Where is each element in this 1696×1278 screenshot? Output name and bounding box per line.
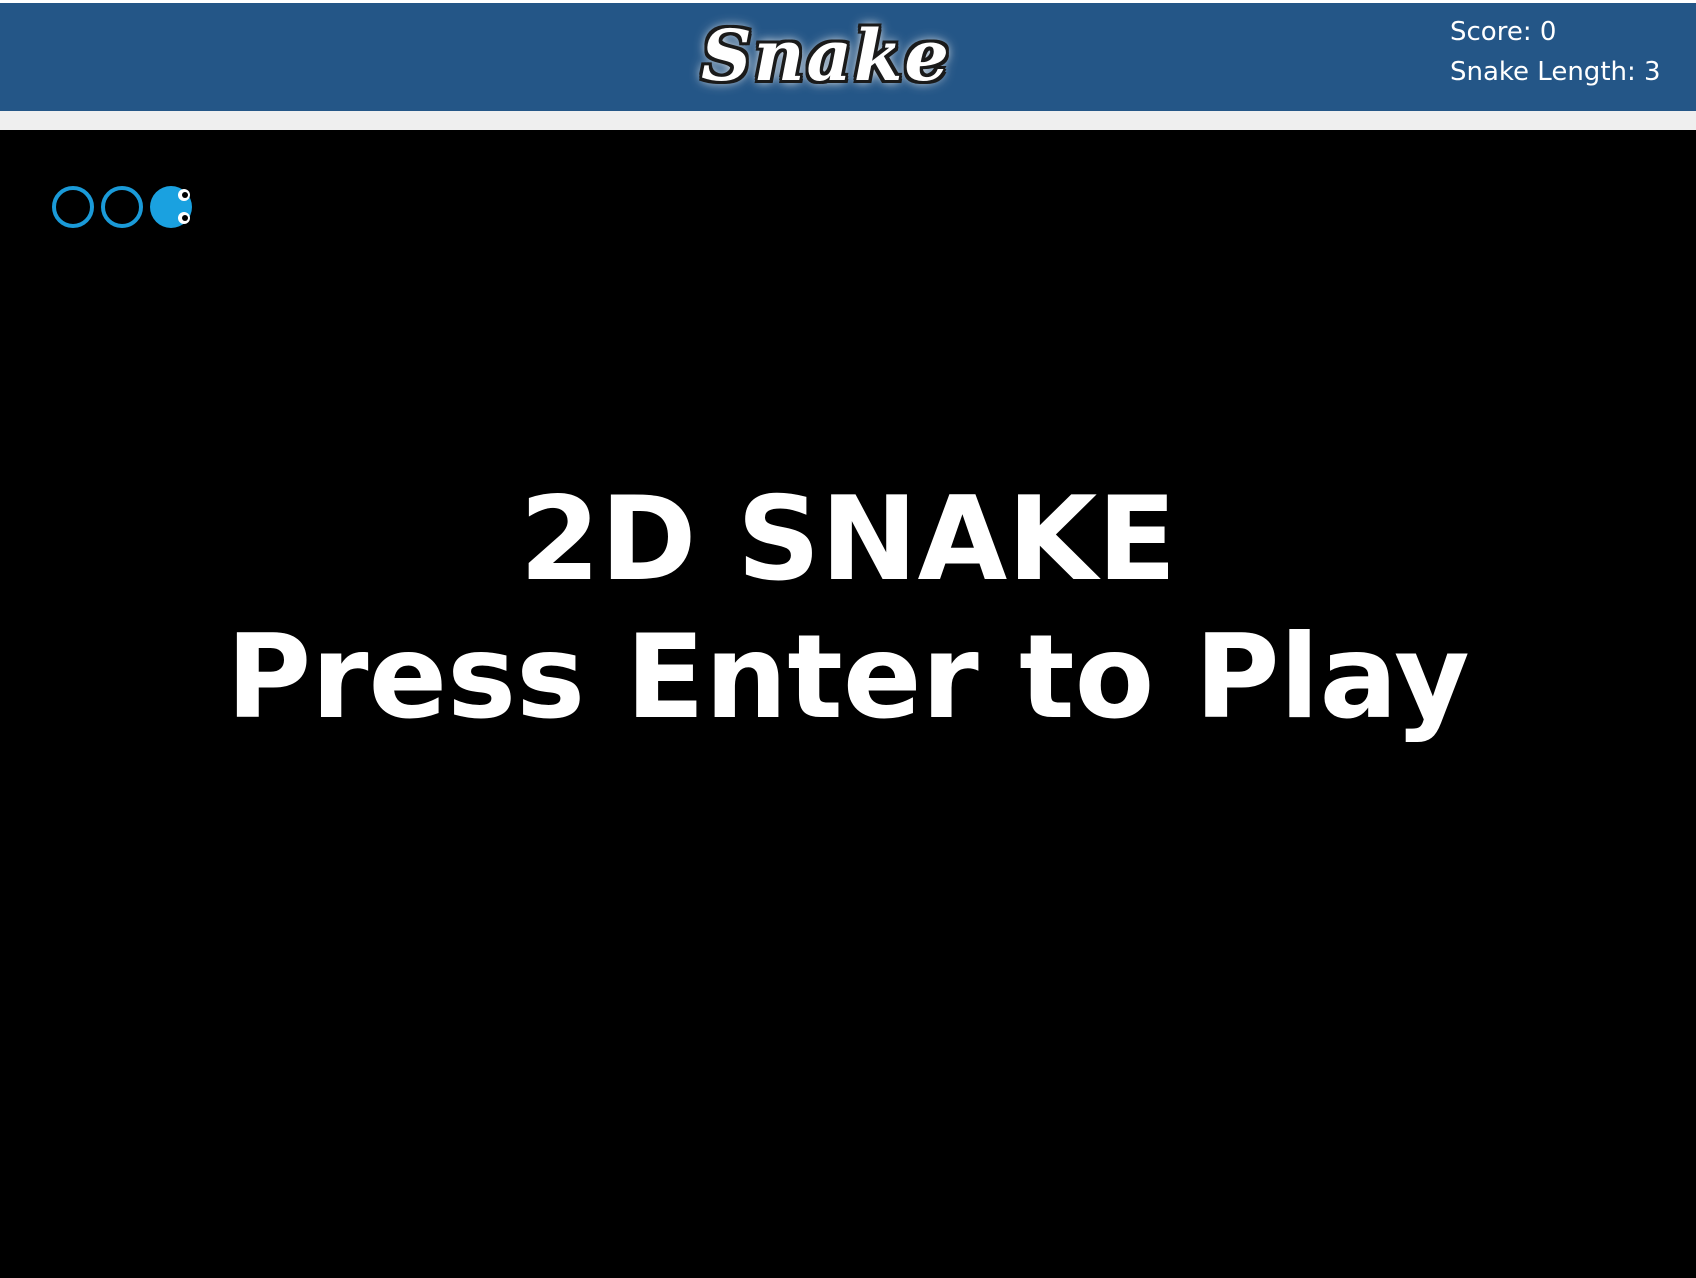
snake-length-display: Snake Length: 3 [1450, 57, 1661, 87]
snake-body-segment [52, 186, 94, 228]
snake-eye-icon [178, 212, 190, 224]
stats-panel: Score: 0 Snake Length: 3 [1450, 12, 1661, 92]
snake-eye-icon [178, 189, 190, 201]
game-title: 2D SNAKE [519, 472, 1177, 607]
header-bar [0, 3, 1696, 111]
header-divider [0, 111, 1696, 130]
game-page: Snake Score: 0 Snake Length: 3 2D SNAKE … [0, 0, 1696, 1278]
play-prompt: Press Enter to Play [226, 610, 1470, 745]
score-display: Score: 0 [1450, 17, 1557, 47]
snake-body-segment [101, 186, 143, 228]
snake-head-icon [150, 186, 192, 228]
